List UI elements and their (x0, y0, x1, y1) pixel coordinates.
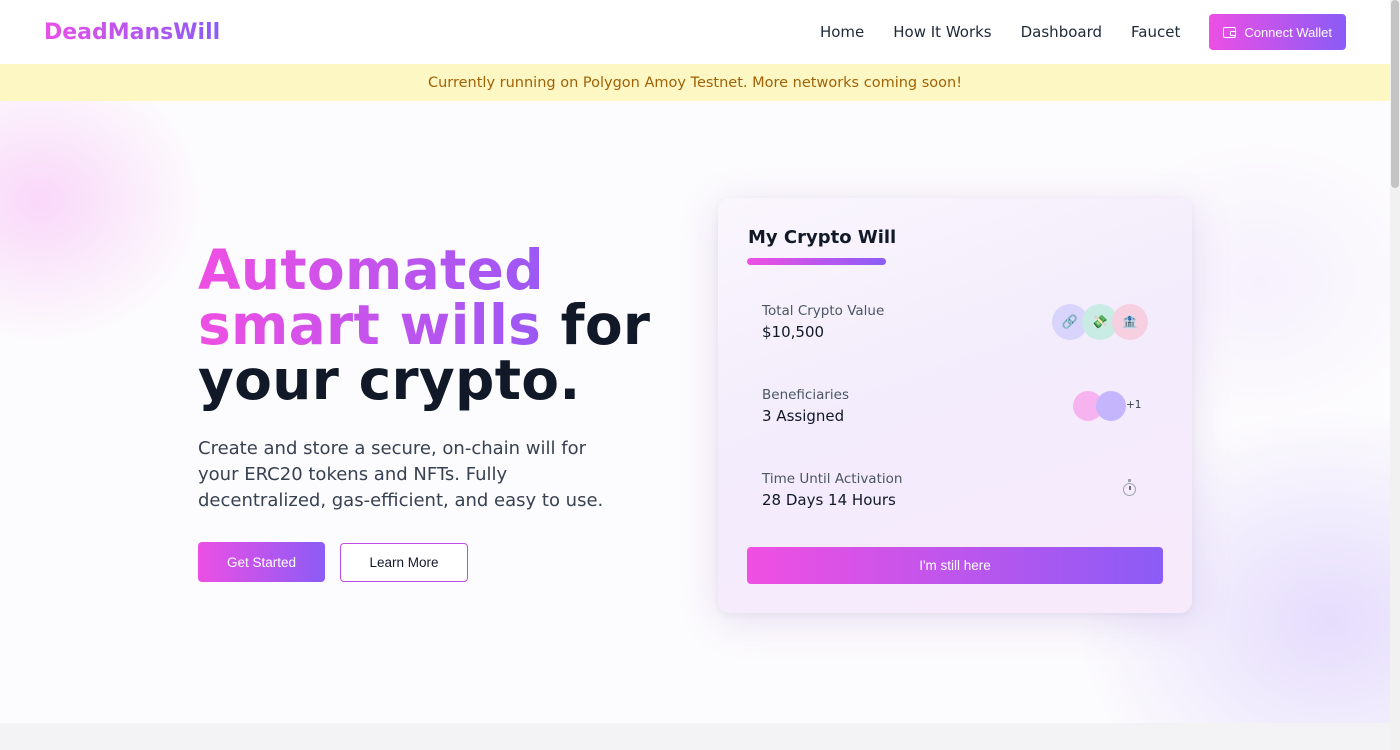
hero-subtitle: Create and store a secure, on-chain will… (198, 438, 604, 511)
card-title: My Crypto Will (748, 227, 897, 248)
crypto-will-card: My Crypto Will Total Crypto Value $10,50… (718, 198, 1192, 613)
wallet-icon (1223, 26, 1237, 38)
beneficiaries-label: Beneficiaries (762, 387, 850, 403)
activation-value: 28 Days 14 Hours (762, 491, 896, 509)
learn-more-button[interactable]: Learn More (340, 543, 468, 582)
total-value: $10,500 (762, 323, 825, 341)
bank-token-icon: 🏦 (1112, 304, 1148, 340)
page-scrollbar[interactable] (1390, 0, 1400, 750)
total-value-label: Total Crypto Value (762, 303, 885, 319)
title-underline (747, 258, 886, 265)
nav-dashboard[interactable]: Dashboard (1021, 23, 1102, 41)
headline-text-2: your crypto. (198, 348, 581, 412)
connect-wallet-button[interactable]: Connect Wallet (1209, 14, 1346, 50)
nav-home[interactable]: Home (820, 23, 864, 41)
network-banner-text: Currently running on Polygon Amoy Testne… (427, 74, 963, 91)
connect-wallet-label: Connect Wallet (1244, 24, 1332, 40)
main-nav: Home How It Works Dashboard Faucet Conne… (820, 14, 1346, 50)
scrollbar-thumb[interactable] (1391, 0, 1399, 188)
beneficiary-avatar (1096, 391, 1126, 421)
extra-beneficiaries-count: +1 (1126, 399, 1142, 411)
nav-how-it-works[interactable]: How It Works (893, 23, 991, 41)
still-here-button[interactable]: I'm still here (747, 547, 1163, 584)
hero-headline: Automated smart wills for your crypto. (198, 243, 658, 408)
top-navbar: DeadMansWill Home How It Works Dashboard… (0, 0, 1390, 64)
beneficiaries-value: 3 Assigned (762, 407, 845, 425)
network-banner: Currently running on Polygon Amoy Testne… (0, 64, 1390, 101)
timer-icon (1123, 479, 1136, 496)
activation-label: Time Until Activation (762, 471, 903, 487)
section-divider (0, 723, 1390, 750)
nav-faucet[interactable]: Faucet (1131, 23, 1180, 41)
brand-logo[interactable]: DeadMansWill (44, 20, 220, 45)
get-started-button[interactable]: Get Started (198, 542, 325, 582)
